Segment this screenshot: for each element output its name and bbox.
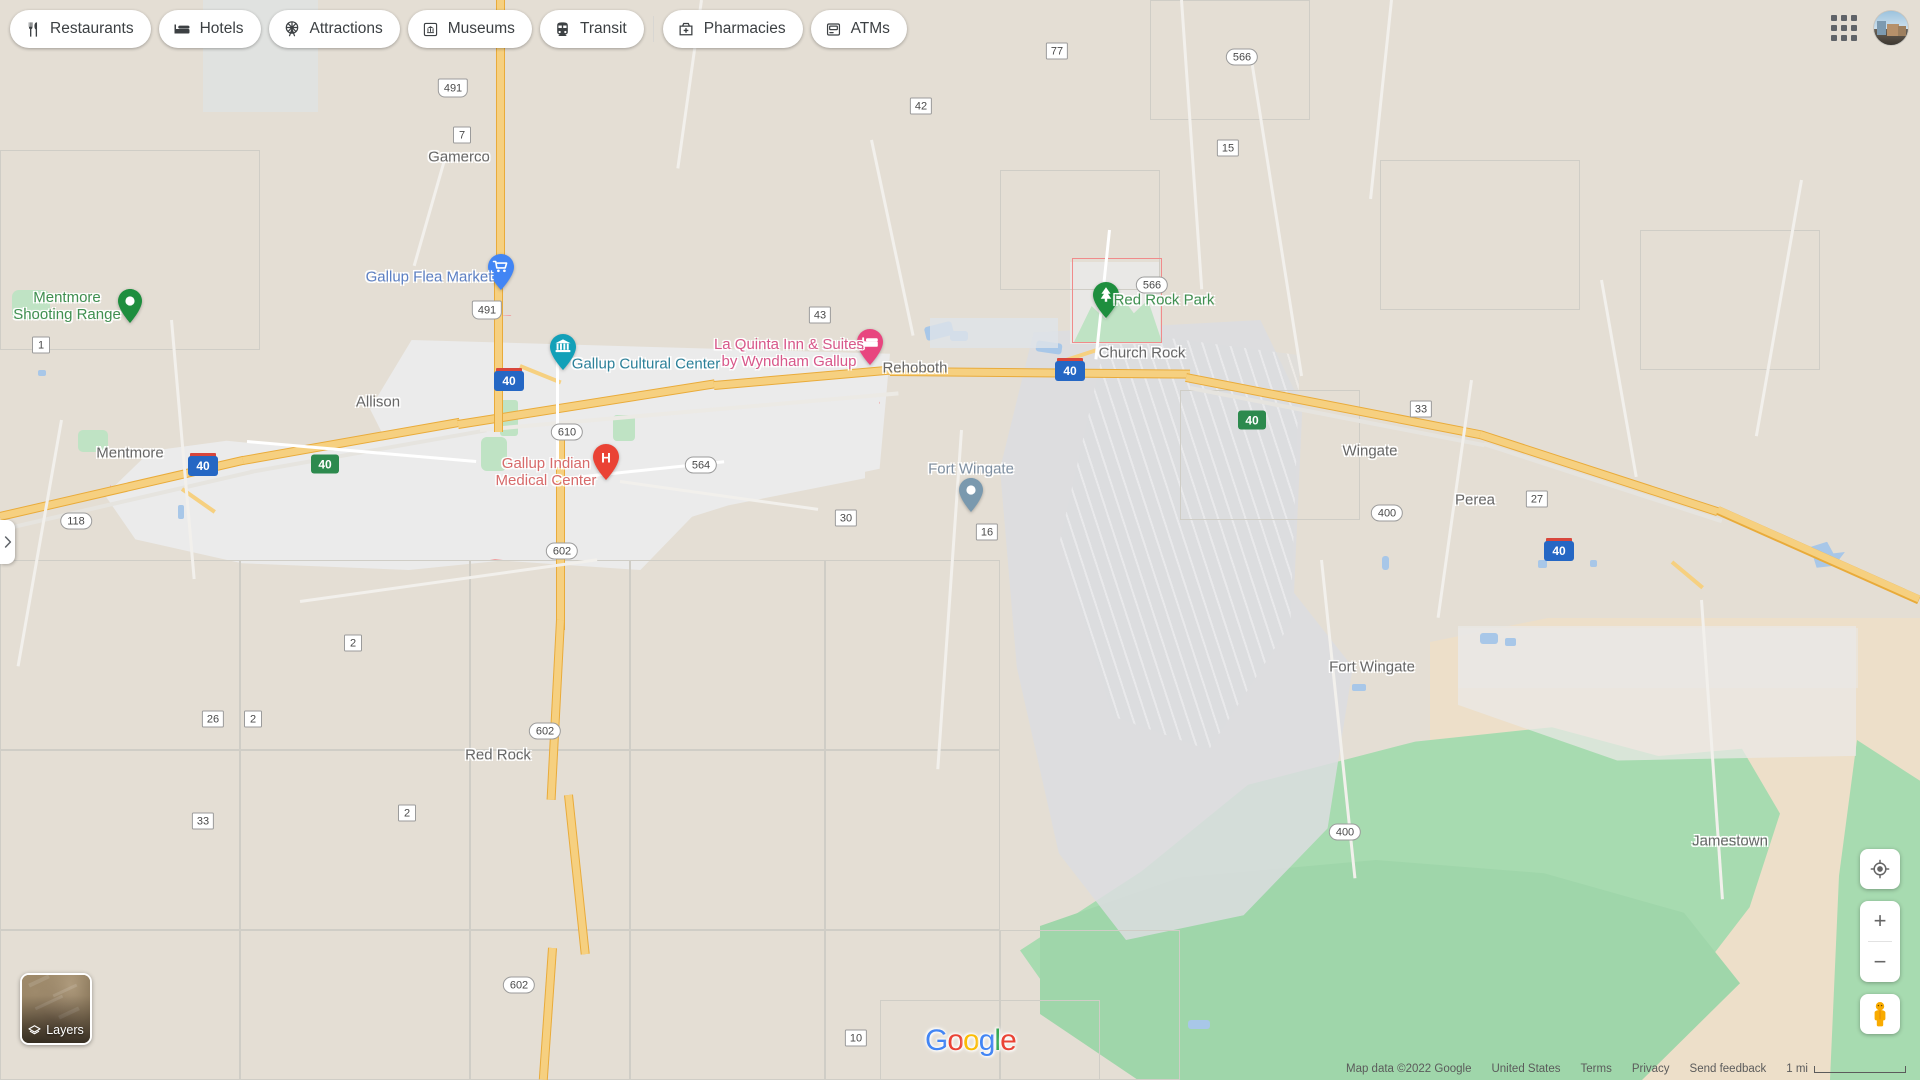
water-lake-9 bbox=[1480, 633, 1498, 644]
road-local-3 bbox=[556, 357, 559, 467]
terms-link[interactable]: Terms bbox=[1581, 1063, 1612, 1075]
my-location-button-inner[interactable] bbox=[1860, 849, 1900, 889]
google-logo[interactable]: Google bbox=[925, 1024, 1017, 1058]
layers-button[interactable]: Layers bbox=[20, 973, 92, 1045]
my-location-icon bbox=[1870, 859, 1890, 879]
highway-491-n2 bbox=[495, 262, 502, 432]
parcel-grid-4 bbox=[630, 560, 825, 750]
hotel-bed-icon bbox=[173, 20, 191, 38]
parcel-grid-18 bbox=[1150, 0, 1310, 120]
chip-label-attractions: Attractions bbox=[309, 20, 383, 38]
avatar-building-1 bbox=[1877, 21, 1886, 35]
zoom-in-button[interactable]: + bbox=[1860, 901, 1900, 941]
water-lake-8 bbox=[1382, 556, 1389, 570]
water-lake-6 bbox=[1590, 560, 1597, 567]
chipbar-divider bbox=[652, 16, 654, 42]
pegman-icon bbox=[1874, 1002, 1886, 1027]
privacy-link[interactable]: Privacy bbox=[1632, 1063, 1670, 1075]
water-lake-12 bbox=[38, 370, 46, 376]
parcel-grid-15 bbox=[0, 560, 240, 750]
layers-label: Layers bbox=[46, 1023, 84, 1037]
museum-icon bbox=[422, 21, 439, 38]
scale-bar-graphic bbox=[1814, 1065, 1906, 1073]
top-right-controls[interactable] bbox=[1824, 8, 1908, 48]
send-feedback-link[interactable]: Send feedback bbox=[1690, 1063, 1767, 1075]
poi-label-mentmore-shooting-range[interactable]: Mentmore Shooting Range bbox=[13, 289, 121, 324]
terrain-park-small-4 bbox=[78, 430, 108, 452]
scale-label: 1 mi bbox=[1786, 1063, 1808, 1075]
map-data-attribution: Map data ©2022 Google bbox=[1345, 1063, 1472, 1075]
parcel-grid-12 bbox=[825, 750, 1000, 930]
atm-icon bbox=[825, 21, 842, 38]
chip-label-pharmacies: Pharmacies bbox=[703, 20, 786, 38]
pharmacy-cross-icon bbox=[677, 20, 695, 38]
map-canvas[interactable]: H Gamerco Mentmore Allison Rehoboth Church R… bbox=[0, 0, 1920, 1080]
zoom-out-button[interactable]: − bbox=[1860, 942, 1900, 982]
restaurant-icon bbox=[24, 21, 41, 38]
pegman-button-inner[interactable] bbox=[1860, 994, 1900, 1034]
chip-pharmacies[interactable]: Pharmacies bbox=[662, 10, 803, 48]
chip-label-transit: Transit bbox=[579, 20, 627, 38]
poi-label-la-quinta-inn-suites-by-wyndham-gallup[interactable]: La Quinta Inn & Suites by Wyndham Gallup bbox=[714, 336, 864, 371]
terrain-pale-block-n2 bbox=[930, 318, 1058, 348]
water-lake-7 bbox=[1188, 1020, 1210, 1029]
region-link[interactable]: United States bbox=[1491, 1063, 1560, 1075]
chip-label-museums: Museums bbox=[447, 20, 515, 38]
attribution-bar[interactable]: Map data ©2022 Google United States Term… bbox=[0, 1058, 1920, 1080]
zoom-controls[interactable]: + − bbox=[1860, 901, 1900, 982]
chip-hotels[interactable]: Hotels bbox=[158, 10, 261, 48]
poi-label-gallup-flea-market[interactable]: Gallup Flea Market bbox=[366, 269, 493, 286]
chip-label-restaurants: Restaurants bbox=[50, 20, 134, 38]
street-view-thumbnail-avatar[interactable] bbox=[1874, 11, 1908, 45]
parcel-grid-7 bbox=[630, 750, 825, 930]
zoom-in-label: + bbox=[1873, 908, 1887, 933]
scale-bar: 1 mi bbox=[1786, 1063, 1906, 1075]
chip-label-atms: ATMs bbox=[850, 20, 890, 38]
parcel-grid-5 bbox=[240, 750, 470, 930]
google-apps-grid-icon[interactable] bbox=[1824, 8, 1864, 48]
avatar-building-3 bbox=[1898, 26, 1906, 36]
my-location-button[interactable] bbox=[1860, 849, 1900, 889]
parcel-grid-23 bbox=[1640, 230, 1820, 370]
parcel-grid-21 bbox=[1380, 160, 1580, 310]
water-lake-5 bbox=[1538, 560, 1547, 568]
chip-transit[interactable]: Transit bbox=[539, 10, 644, 48]
zoom-out-label: − bbox=[1873, 949, 1887, 974]
chip-restaurants[interactable]: Restaurants bbox=[10, 10, 151, 48]
parcel-grid-16 bbox=[0, 750, 240, 930]
pegman-button[interactable] bbox=[1860, 994, 1900, 1034]
layers-label-row: Layers bbox=[22, 1023, 90, 1037]
train-icon bbox=[554, 21, 571, 38]
chip-museums[interactable]: Museums bbox=[407, 10, 532, 48]
chip-attractions[interactable]: Attractions bbox=[268, 10, 400, 48]
chevron-right-icon bbox=[4, 536, 11, 548]
poi-label-gallup-cultural-center[interactable]: Gallup Cultural Center bbox=[572, 356, 720, 373]
parcel-grid-11 bbox=[825, 560, 1000, 750]
map-control-stack[interactable]: + − bbox=[1860, 849, 1900, 1034]
category-chip-bar[interactable]: Restaurants Hotels Attractions Museums T… bbox=[10, 10, 907, 48]
poi-label-gallup-indian-medical-center[interactable]: Gallup Indian Medical Center bbox=[496, 455, 597, 490]
chip-atms[interactable]: ATMs bbox=[810, 10, 907, 48]
layers-icon bbox=[28, 1024, 41, 1034]
ferris-wheel-icon bbox=[283, 20, 301, 38]
parcel-grid-2 bbox=[240, 560, 470, 750]
water-lake-11 bbox=[1352, 684, 1366, 691]
poi-label-fort-wingate[interactable]: Fort Wingate bbox=[928, 461, 1014, 478]
expand-side-panel-button[interactable] bbox=[0, 520, 15, 564]
water-lake-10 bbox=[1505, 638, 1516, 646]
chip-label-hotels: Hotels bbox=[199, 20, 244, 38]
poi-label-red-rock-park[interactable]: Red Rock Park bbox=[1114, 292, 1215, 309]
